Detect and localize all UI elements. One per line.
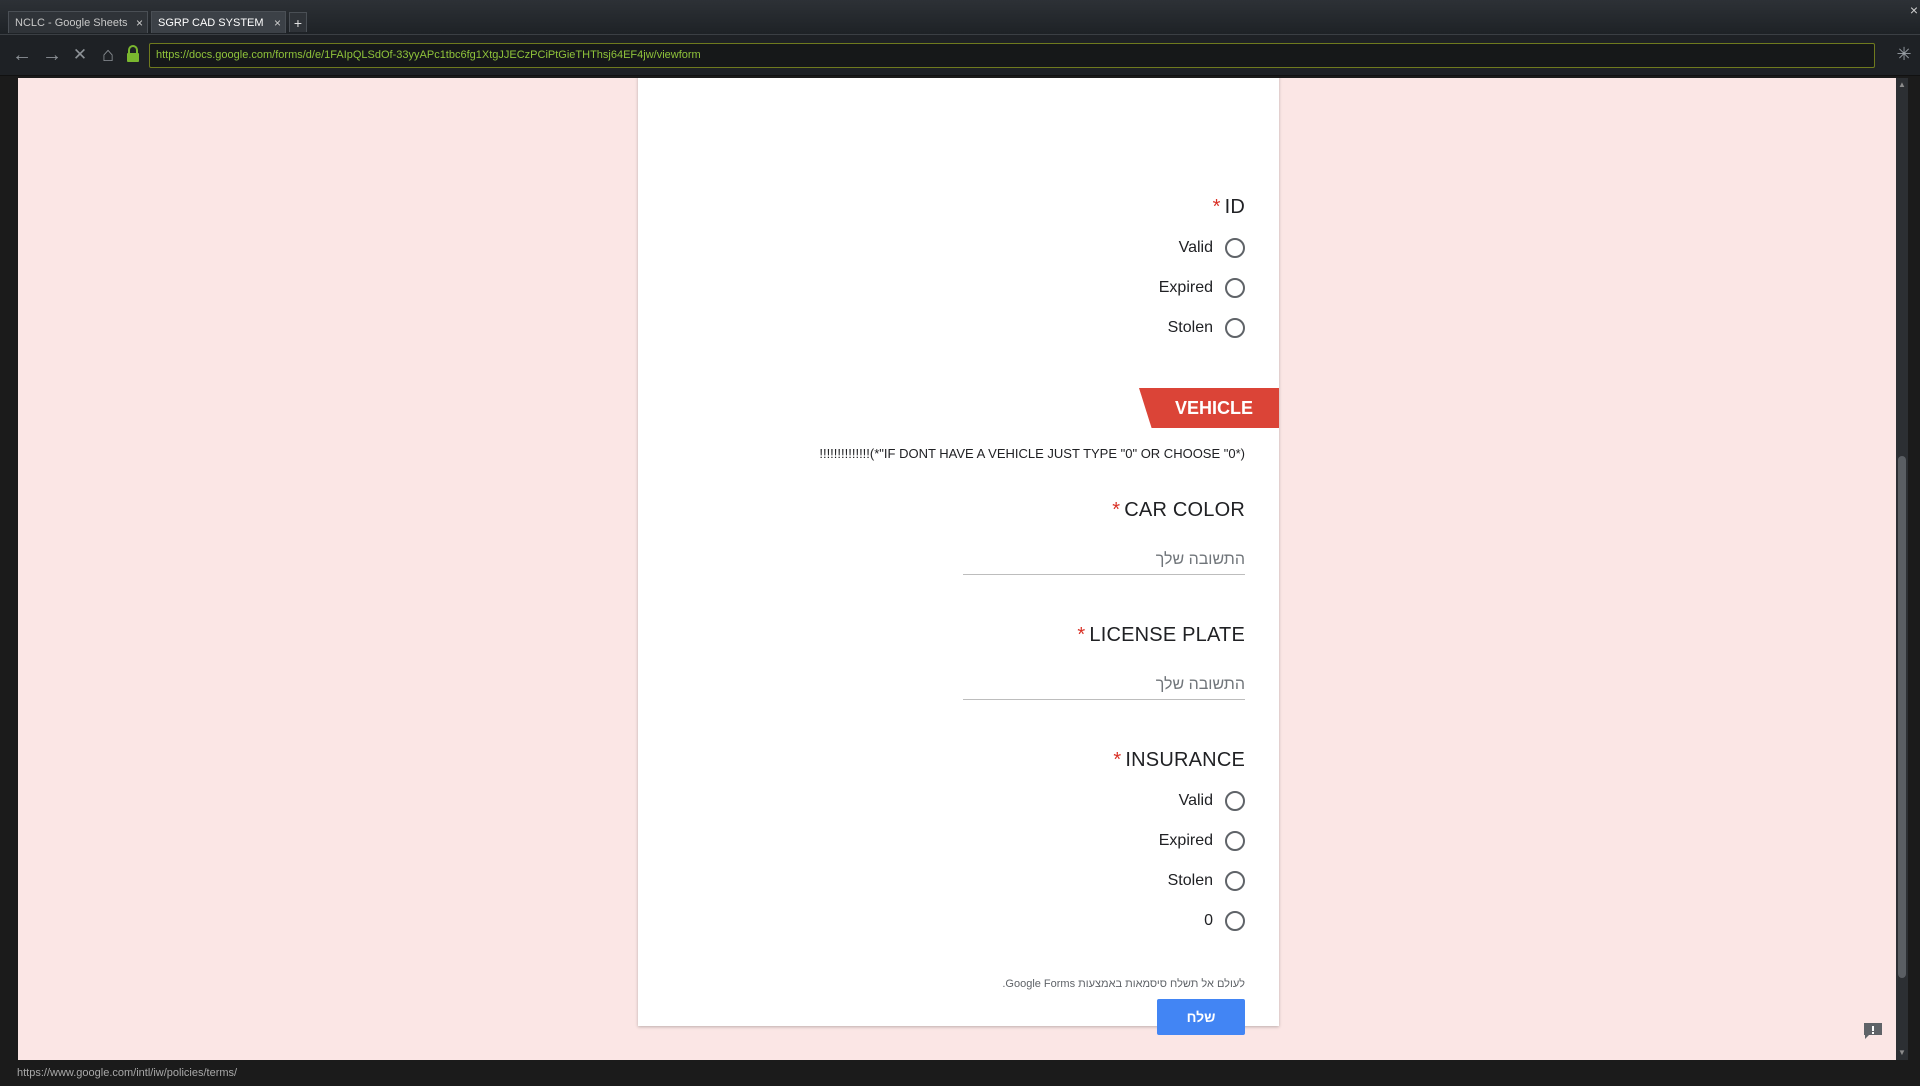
radio-button[interactable] (1225, 791, 1245, 811)
car-color-question-title: CAR COLOR* (1112, 499, 1245, 522)
id-question-title: ID* (1213, 196, 1245, 219)
tab-sgrp-cad-system[interactable]: SGRP CAD SYSTEM × (151, 11, 286, 33)
tab-label: SGRP CAD SYSTEM (158, 17, 264, 29)
form-card: ID* Valid Expired Stolen VEHICLE !!!!!!!… (638, 78, 1279, 1035)
radio-button[interactable] (1225, 831, 1245, 851)
navigation-bar: ← → ✕ ⌂ https://docs.google.com/forms/d/… (0, 35, 1920, 76)
question-label: CAR COLOR (1124, 499, 1245, 521)
option-label: Stolen (1167, 319, 1213, 336)
new-tab-button[interactable]: + (289, 12, 307, 32)
footer-note: לעולם אל תשלח סיסמאות באמצעות Google For… (1002, 978, 1245, 990)
option-label: Valid (1178, 239, 1213, 256)
insurance-option-zero[interactable]: 0 (1204, 909, 1245, 933)
home-icon[interactable]: ⌂ (96, 43, 120, 67)
forward-arrow-icon[interactable]: → (40, 43, 64, 67)
tab-label: NCLC - Google Sheets (15, 17, 128, 29)
tab-close-icon[interactable]: × (136, 12, 143, 34)
tab-close-icon[interactable]: × (274, 12, 281, 34)
question-label: ID (1224, 196, 1245, 218)
option-label: Valid (1178, 792, 1213, 809)
license-plate-input[interactable]: התשובה שלך (963, 670, 1245, 700)
option-label: Expired (1158, 832, 1213, 849)
required-marker: * (1113, 749, 1122, 771)
id-option-valid[interactable]: Valid (1179, 236, 1245, 260)
section-description: !!!!!!!!!!!!!!(*"IF DONT HAVE A VEHICLE … (819, 446, 1245, 461)
insurance-option-expired[interactable]: Expired (1159, 829, 1245, 853)
required-marker: * (1112, 499, 1121, 521)
window-close-icon[interactable]: × (1910, 2, 1918, 18)
radio-button[interactable] (1225, 911, 1245, 931)
option-label: Stolen (1167, 872, 1213, 889)
required-marker: * (1212, 196, 1221, 218)
required-marker: * (1077, 624, 1086, 646)
question-label: LICENSE PLATE (1089, 624, 1245, 646)
tab-bar: NCLC - Google Sheets × SGRP CAD SYSTEM ×… (0, 0, 1920, 35)
lock-icon (127, 45, 139, 62)
submit-button[interactable]: שלח (1157, 999, 1245, 1035)
address-bar[interactable]: https://docs.google.com/forms/d/e/1FAIpQ… (149, 43, 1875, 68)
license-plate-question-title: LICENSE PLATE* (1077, 624, 1245, 647)
scroll-down-arrow-icon[interactable]: ▼ (1896, 1046, 1908, 1060)
scroll-up-arrow-icon[interactable]: ▲ (1896, 78, 1908, 92)
scroll-thumb[interactable] (1898, 456, 1906, 978)
insurance-option-stolen[interactable]: Stolen (1168, 869, 1245, 893)
radio-button[interactable] (1225, 238, 1245, 258)
vertical-scrollbar[interactable]: ▲ ▼ (1896, 78, 1908, 1060)
question-label: INSURANCE (1125, 749, 1245, 771)
id-option-expired[interactable]: Expired (1159, 276, 1245, 300)
tab-nclc-google-sheets[interactable]: NCLC - Google Sheets × (8, 11, 148, 33)
feedback-icon[interactable] (1863, 1022, 1883, 1040)
radio-button[interactable] (1225, 278, 1245, 298)
car-color-input[interactable]: התשובה שלך (963, 545, 1245, 575)
section-title-vehicle: VEHICLE (1139, 388, 1279, 428)
insurance-option-valid[interactable]: Valid (1179, 789, 1245, 813)
footer-wrapper: לעולם אל תשלח סיסמאות באמצעות Google For… (638, 978, 1279, 998)
loading-spinner-icon: ✳ (1896, 44, 1912, 64)
page-viewport: ID* Valid Expired Stolen VEHICLE !!!!!!!… (18, 78, 1896, 1060)
radio-button[interactable] (1225, 871, 1245, 891)
radio-button[interactable] (1225, 318, 1245, 338)
back-arrow-icon[interactable]: ← (10, 43, 34, 67)
stop-icon[interactable]: ✕ (68, 43, 92, 67)
option-label: 0 (1204, 912, 1213, 929)
insurance-question-title: INSURANCE* (1113, 749, 1245, 772)
id-option-stolen[interactable]: Stolen (1168, 316, 1245, 340)
status-bar: https://www.google.com/intl/iw/policies/… (0, 1060, 1920, 1080)
option-label: Expired (1158, 279, 1213, 296)
